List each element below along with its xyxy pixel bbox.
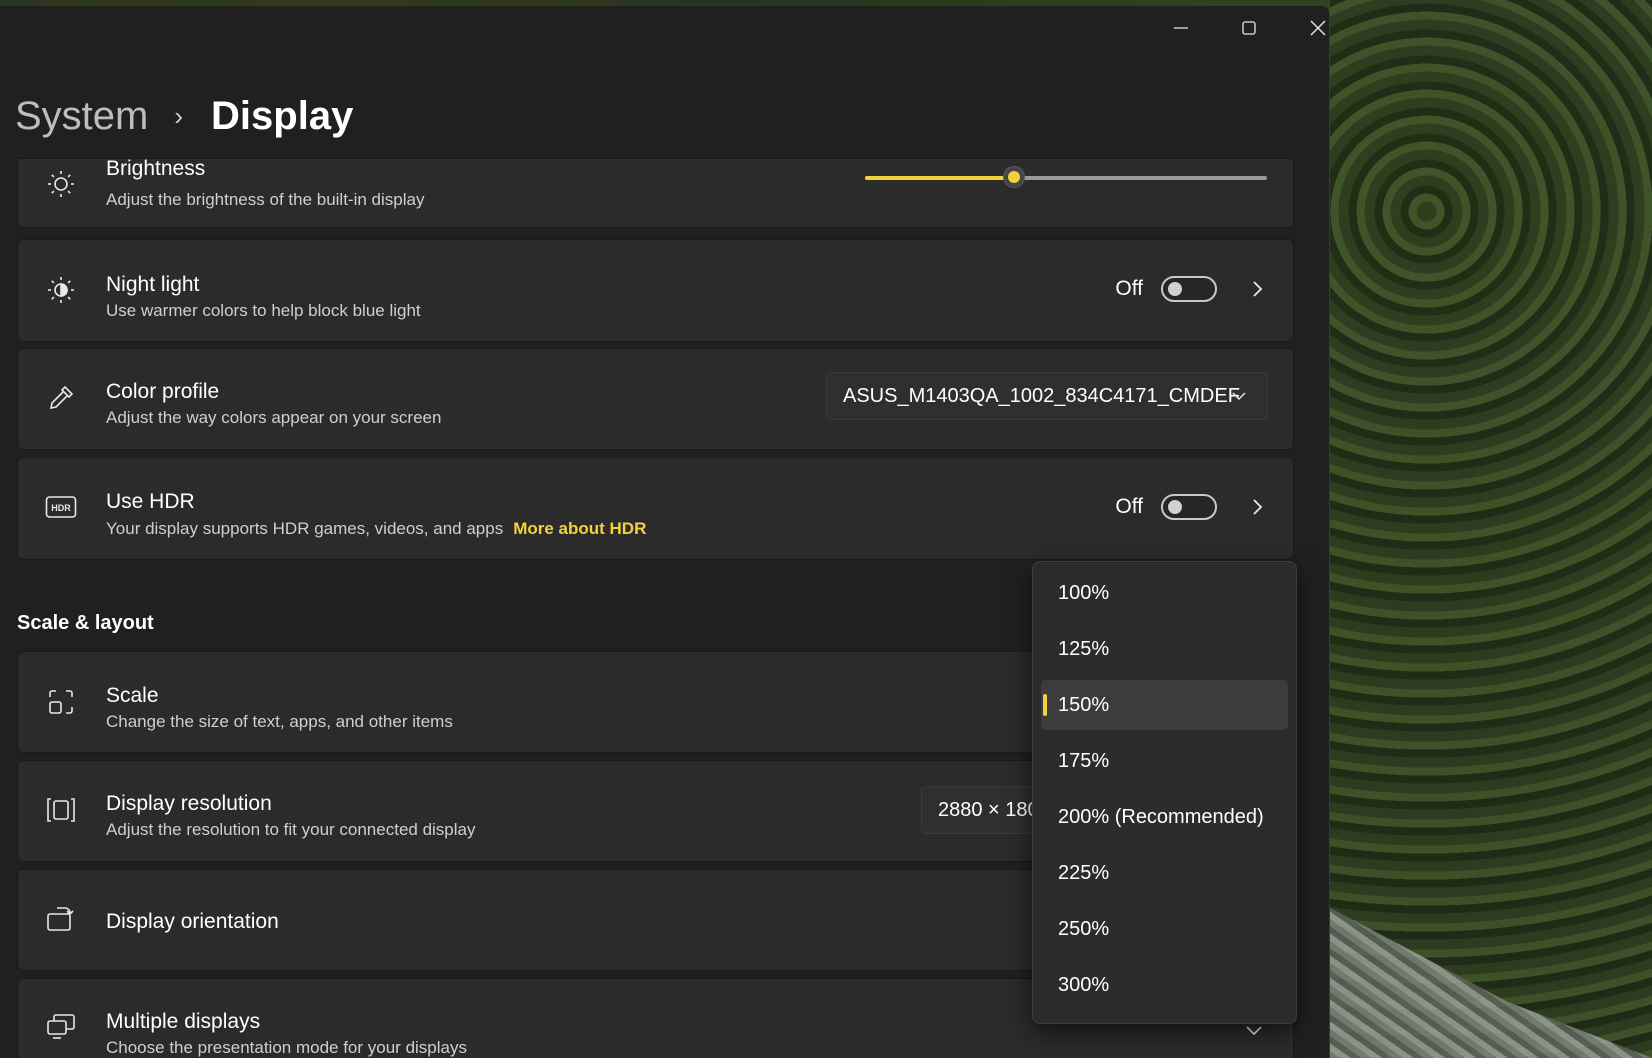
maximize-button[interactable] [1215,6,1283,50]
multiple-displays-icon [44,1009,78,1043]
sun-icon [44,167,78,201]
scale-option[interactable]: 300% [1041,960,1288,1010]
hdr-state-label: Off [1115,495,1143,518]
color-profile-selected: ASUS_M1403QA_1002_834C4171_CMDEF [843,384,1240,407]
brightness-slider-thumb[interactable] [1002,166,1025,188]
night-light-icon [44,273,78,307]
toggle-knob [1168,282,1182,296]
brightness-description: Adjust the brightness of the built-in di… [106,190,425,209]
minimize-button[interactable] [1147,6,1215,50]
brightness-slider[interactable] [865,166,1267,188]
night-light-controls: Off [1115,276,1267,302]
toggle-knob [1168,500,1182,514]
scale-option[interactable]: 250% [1041,904,1288,954]
scale-option[interactable]: 150% [1041,680,1288,730]
hdr-controls: Off [1115,494,1267,520]
resolution-title: Display resolution [106,792,272,815]
breadcrumb: System › Display [15,94,353,139]
orientation-icon [44,902,78,936]
multiple-displays-description: Choose the presentation mode for your di… [106,1038,467,1057]
chevron-right-icon[interactable] [1247,497,1267,517]
svg-text:HDR: HDR [51,503,71,513]
breadcrumb-system[interactable]: System [15,94,148,139]
breadcrumb-separator: › [174,101,184,131]
minimize-icon [1174,27,1188,29]
chevron-down-icon[interactable] [1245,1021,1263,1044]
orientation-title: Display orientation [106,910,279,933]
close-button[interactable] [1284,6,1329,50]
scale-option[interactable]: 125% [1041,624,1288,674]
scale-option[interactable]: 200% (Recommended) [1041,792,1288,842]
brightness-slider-fill [865,176,1014,180]
brightness-title: Brightness [106,157,206,180]
hdr-description: Your display supports HDR games, videos,… [106,519,504,538]
color-profile-card: Color profile Adjust the way colors appe… [17,348,1294,450]
brightness-card: Brightness Adjust the brightness of the … [17,157,1294,228]
resolution-icon [44,793,78,827]
color-profile-title: Color profile [106,380,220,403]
hdr-toggle[interactable] [1161,494,1217,520]
scale-description: Change the size of text, apps, and other… [106,712,453,731]
hdr-icon: HDR [44,490,78,524]
hdr-card[interactable]: HDR Use HDR Your display supports HDR ga… [17,457,1294,560]
resolution-description: Adjust the resolution to fit your connec… [106,820,476,839]
scale-title: Scale [106,684,159,707]
chevron-right-icon[interactable] [1247,279,1267,299]
scale-icon [44,685,78,719]
scale-option[interactable]: 100% [1041,568,1288,618]
close-icon [1310,20,1326,36]
desktop-wallpaper [1330,0,1652,1058]
multiple-displays-title: Multiple displays [106,1010,261,1033]
maximize-icon [1242,21,1256,35]
hdr-title: Use HDR [106,490,195,513]
scale-dropdown-menu: 100% 125% 150% 175% 200% (Recommended) 2… [1032,561,1297,1024]
chevron-down-icon [1231,387,1247,410]
night-light-description: Use warmer colors to help block blue lig… [106,301,421,320]
color-profile-description: Adjust the way colors appear on your scr… [106,408,442,427]
night-light-card[interactable]: Night light Use warmer colors to help bl… [17,239,1294,342]
scale-option[interactable]: 175% [1041,736,1288,786]
night-light-toggle[interactable] [1161,276,1217,302]
hdr-description-row: Your display supports HDR games, videos,… [106,519,646,539]
eyedropper-icon [44,381,78,415]
scale-option[interactable]: 225% [1041,848,1288,898]
page-title: Display [211,94,354,138]
settings-window: System › Display Brightness Adjust the b… [0,6,1330,1058]
night-light-state-label: Off [1115,277,1143,300]
more-about-hdr-link[interactable]: More about HDR [513,519,646,538]
night-light-title: Night light [106,273,200,296]
scale-layout-heading: Scale & layout [17,612,154,634]
color-profile-dropdown[interactable]: ASUS_M1403QA_1002_834C4171_CMDEF [826,372,1268,420]
